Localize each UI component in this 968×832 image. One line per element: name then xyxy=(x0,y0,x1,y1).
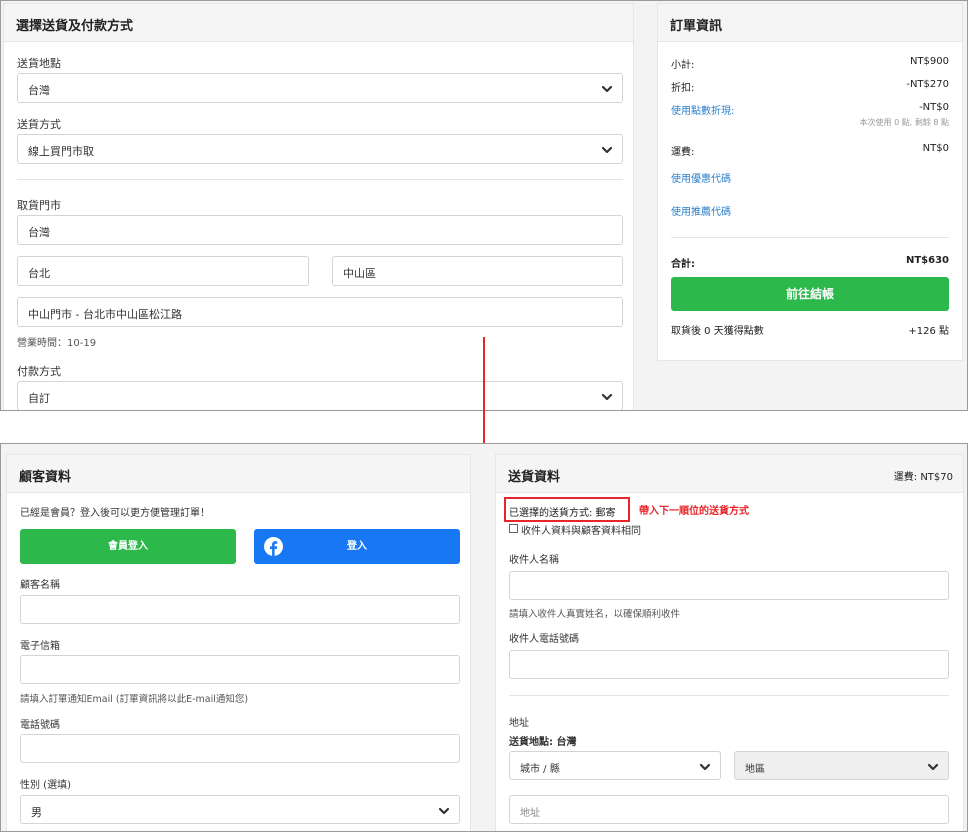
delivery-location: 送貨地點: 台灣 xyxy=(509,737,577,748)
store-hours: 營業時間：10-19 xyxy=(17,338,97,349)
location-value: 台灣 xyxy=(28,84,50,97)
district-select-placeholder: 地區 xyxy=(745,764,765,775)
address-input[interactable]: 地址 xyxy=(509,795,949,824)
customer-info-card: 顧客資料 已經是會員？登入後可以更方便管理訂單！ 會員登入 登入 顧客名稱 電子… xyxy=(6,454,471,831)
annotation-text: 帶入下一順位的送貨方式 xyxy=(639,506,749,517)
store-country-value: 台灣 xyxy=(28,226,50,239)
chevron-down-icon xyxy=(699,763,711,771)
shipping-fee-label: 運費: xyxy=(671,147,695,158)
recipient-name-label: 收件人名稱 xyxy=(509,555,559,566)
store-city-value: 台北 xyxy=(28,267,50,280)
total-label: 合計: xyxy=(671,259,695,270)
member-login-button-label: 會員登入 xyxy=(108,541,148,552)
gender-select[interactable]: 男 xyxy=(20,795,460,824)
card-header: 選擇送貨及付款方式 xyxy=(4,4,633,42)
chevron-down-icon xyxy=(927,763,939,771)
store-name-value: 中山門市 - 台北市中山區松江路 xyxy=(28,308,182,321)
coupon-code-link[interactable]: 使用優惠代碼 xyxy=(671,170,731,185)
city-select-placeholder: 城市 / 縣 xyxy=(520,764,560,775)
address-placeholder: 地址 xyxy=(520,808,540,819)
payment-method-select[interactable]: 自訂 xyxy=(17,381,623,410)
recipient-name-hint: 請填入收件人真實姓名，以確保順利收件 xyxy=(509,609,681,620)
reward-points-label: 取貨後 0 天獲得點數 xyxy=(671,326,764,337)
total-divider xyxy=(671,237,949,238)
reward-points-value: +126 點 xyxy=(908,326,949,337)
discount-value: -NT$270 xyxy=(906,79,949,90)
shipping-method-label: 送貨方式 xyxy=(17,118,61,131)
selected-shipping-method: 已選擇的送貨方式: 郵寄 xyxy=(509,508,616,519)
payment-method-label: 付款方式 xyxy=(17,365,61,378)
store-name-field[interactable]: 中山門市 - 台北市中山區松江路 xyxy=(17,297,623,327)
subtotal-label: 小計: xyxy=(671,60,695,71)
store-district-value: 中山區 xyxy=(343,267,376,280)
location-label: 送貨地點 xyxy=(17,57,61,70)
total-value: NT$630 xyxy=(905,255,949,266)
email-label: 電子信箱 xyxy=(20,641,60,652)
chevron-down-icon xyxy=(601,85,613,93)
district-select[interactable]: 地區 xyxy=(734,751,949,780)
facebook-login-button[interactable]: 登入 xyxy=(254,529,460,564)
card-title: 顧客資料 xyxy=(19,470,72,485)
points-value: -NT$0 xyxy=(919,102,949,113)
payment-method-value: 自訂 xyxy=(28,392,50,405)
subtotal-value: NT$900 xyxy=(909,56,949,67)
recipient-phone-label: 收件人電話號碼 xyxy=(509,634,579,645)
card-title: 選擇送貨及付款方式 xyxy=(16,19,134,34)
chevron-down-icon xyxy=(601,146,613,154)
order-summary-card: 訂單資訊 小計: NT$900 折扣: -NT$270 使用點數折現: -NT$… xyxy=(657,3,963,361)
member-login-prompt: 已經是會員？登入後可以更方便管理訂單！ xyxy=(20,508,210,519)
shipping-method-value: 線上買門市取 xyxy=(28,145,94,158)
store-district-field[interactable]: 中山區 xyxy=(332,256,623,286)
store-city-field[interactable]: 台北 xyxy=(17,256,309,286)
shipping-method-select[interactable]: 線上買門市取 xyxy=(17,134,623,164)
gender-label: 性別 (選填) xyxy=(20,780,71,791)
points-redeem-link[interactable]: 使用點數折現: xyxy=(671,102,734,117)
checkout-button[interactable]: 前往結帳 xyxy=(671,277,949,311)
phone-label: 電話號碼 xyxy=(20,720,60,731)
card-header: 訂單資訊 xyxy=(658,4,962,42)
referral-code-link[interactable]: 使用推薦代碼 xyxy=(671,203,731,218)
recipient-name-input[interactable] xyxy=(509,571,949,600)
phone-input[interactable] xyxy=(20,734,460,763)
delivery-fee: 運費: NT$70 xyxy=(893,472,953,483)
checkout-button-label: 前往結帳 xyxy=(785,287,834,301)
recipient-phone-input[interactable] xyxy=(509,650,949,679)
email-hint: 請填入訂單通知Email (訂單資訊將以此E-mail通知您) xyxy=(20,694,249,705)
card-header: 送貨資料 運費: NT$70 xyxy=(496,455,963,493)
section-divider xyxy=(17,179,623,180)
card-title: 訂單資訊 xyxy=(670,19,723,34)
email-input[interactable] xyxy=(20,655,460,684)
discount-label: 折扣: xyxy=(671,83,695,94)
member-login-button[interactable]: 會員登入 xyxy=(20,529,236,564)
location-select[interactable]: 台灣 xyxy=(17,73,623,103)
city-select[interactable]: 城市 / 縣 xyxy=(509,751,721,780)
pickup-store-label: 取貨門市 xyxy=(17,199,61,212)
customer-name-label: 顧客名稱 xyxy=(20,580,60,591)
shipping-payment-card: 選擇送貨及付款方式 送貨地點 台灣 送貨方式 線上買門市取 取貨門市 台灣 台北… xyxy=(3,3,634,410)
gender-value: 男 xyxy=(31,806,42,819)
customer-name-input[interactable] xyxy=(20,595,460,624)
chevron-down-icon xyxy=(438,807,450,815)
delivery-info-card: 送貨資料 運費: NT$70 已選擇的送貨方式: 郵寄 帶入下一順位的送貨方式 … xyxy=(495,454,964,831)
section-divider xyxy=(509,695,949,696)
same-as-customer-checkbox[interactable] xyxy=(509,524,518,533)
chevron-down-icon xyxy=(601,393,613,401)
shipping-fee-value: NT$0 xyxy=(922,143,949,154)
card-header: 顧客資料 xyxy=(7,455,470,493)
address-label: 地址 xyxy=(509,718,529,729)
bottom-screenshot: 顧客資料 已經是會員？登入後可以更方便管理訂單！ 會員登入 登入 顧客名稱 電子… xyxy=(0,443,968,832)
facebook-icon xyxy=(264,537,283,556)
card-title: 送貨資料 xyxy=(508,470,561,485)
points-note: 本次使用 0 點, 剩餘 8 點 xyxy=(859,118,949,127)
store-country-field[interactable]: 台灣 xyxy=(17,215,623,245)
same-as-customer-label: 收件人資料與顧客資料相同 xyxy=(521,526,641,537)
facebook-login-button-label: 登入 xyxy=(347,541,367,552)
